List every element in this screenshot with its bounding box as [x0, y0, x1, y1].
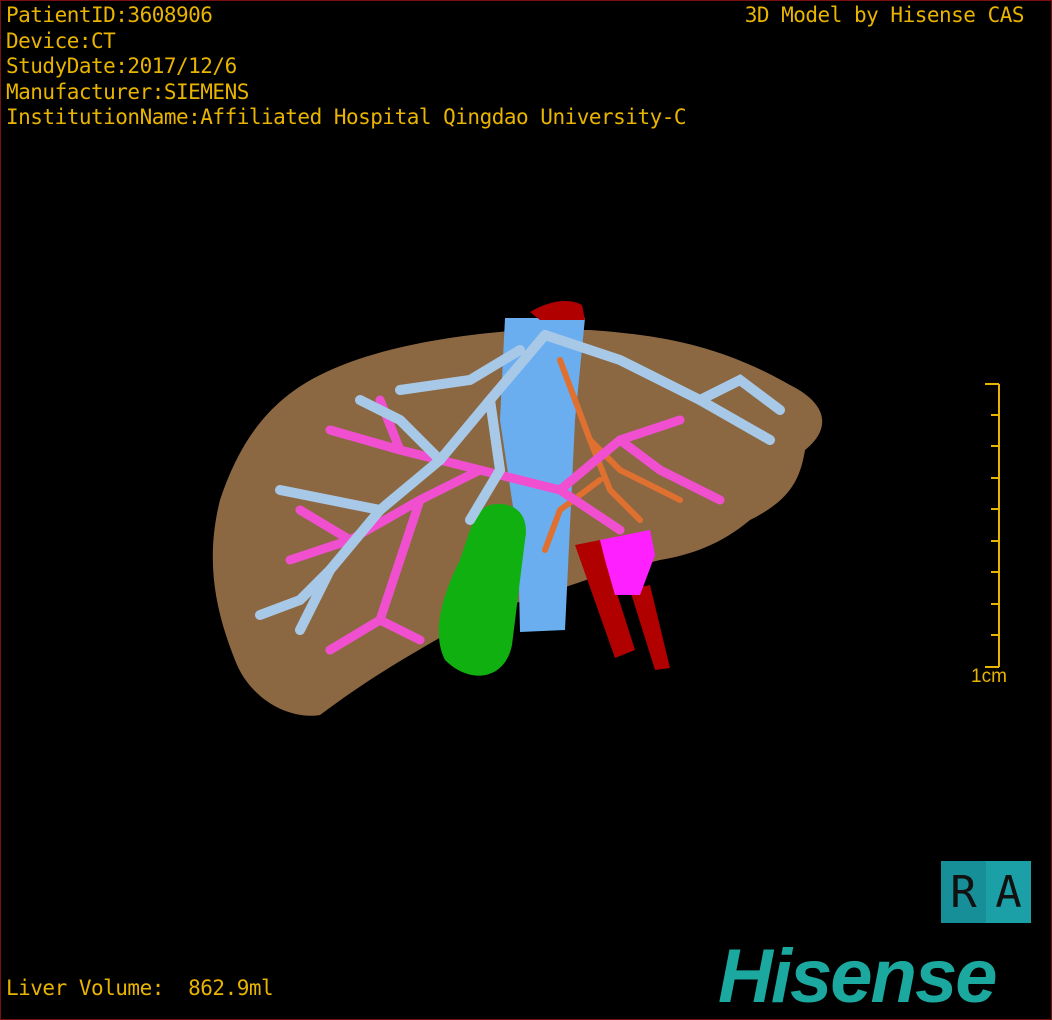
hisense-logo: Hisense [718, 934, 997, 1019]
device: Device:CT [6, 28, 116, 53]
model-credit: 3D Model by Hisense CAS [744, 3, 1025, 27]
patient-info-overlay: PatientID:3608906 Device:CT StudyDate:20… [6, 3, 687, 131]
orientation-left: R [941, 861, 986, 923]
manufacturer: Manufacturer:SIEMENS [6, 79, 249, 104]
patient-id: PatientID:3608906 [6, 3, 213, 27]
orientation-indicator[interactable]: R A [941, 861, 1031, 923]
liver-volume: Liver Volume: 862.9ml [6, 976, 274, 1000]
orientation-right: A [995, 866, 1022, 918]
institution-name: InstitutionName:Affiliated Hospital Qing… [6, 105, 687, 129]
scale-bar-label: 1cm [971, 666, 1007, 687]
scale-bar [985, 383, 1000, 668]
study-date: StudyDate:2017/12/6 [6, 54, 237, 78]
3d-liver-model-viewport[interactable] [0, 0, 1052, 1020]
